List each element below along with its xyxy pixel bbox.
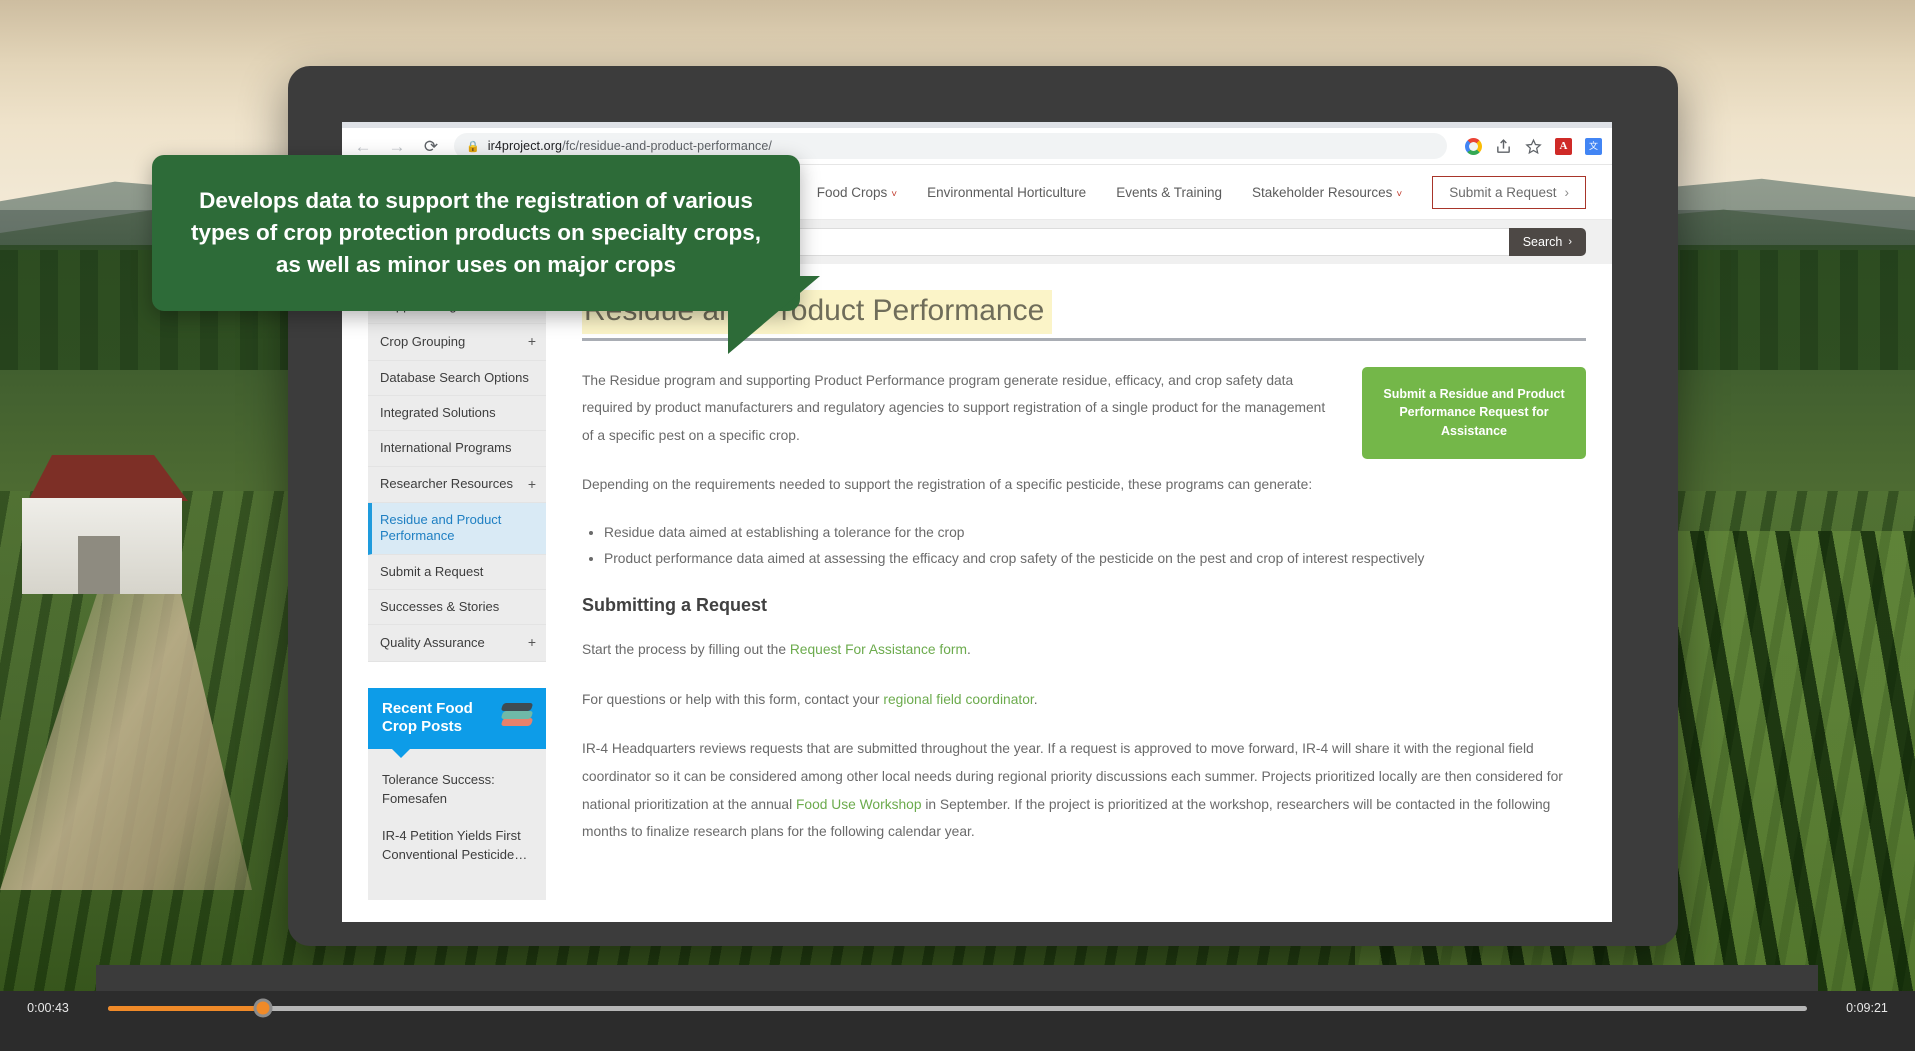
paragraph-3: IR-4 Headquarters reviews requests that …	[582, 735, 1586, 845]
sidebar-item-label: Crop Grouping	[380, 333, 466, 349]
sidebar-item-label: Submit a Request	[380, 563, 484, 579]
translate-icon[interactable]: 文	[1585, 137, 1602, 155]
url-text: ir4project.org/fc/residue-and-product-pe…	[488, 139, 772, 153]
text-fragment: For questions or help with this form, co…	[582, 691, 884, 707]
reload-icon[interactable]: ⟳	[420, 138, 442, 155]
nav-item-events-training[interactable]: Events & Training	[1116, 185, 1222, 200]
progress-fill	[108, 1005, 263, 1011]
text-fragment: .	[1033, 691, 1038, 707]
nav-item-food-crops[interactable]: Food Crops ˅	[817, 185, 897, 200]
link-food-use-workshop[interactable]: Food Use Workshop	[796, 797, 922, 812]
chevron-down-icon: ˅	[891, 188, 898, 200]
sidebar-item-database-search-options[interactable]: Database Search Options	[368, 360, 546, 396]
bookmark-star-icon[interactable]	[1525, 138, 1542, 155]
expand-plus-icon[interactable]: +	[528, 634, 536, 652]
text-fragment: .	[966, 642, 971, 658]
sidebar-menu: Support Program Crop Grouping+ Database …	[368, 288, 546, 662]
lock-icon: 🔒	[466, 140, 480, 153]
paragraph-start-process: Start the process by filling out the Req…	[582, 636, 1586, 664]
text-fragment: Start the process by filling out the	[582, 642, 790, 658]
list-item: Product performance data aimed at assess…	[604, 547, 1586, 571]
sidebar-item-label: Researcher Resources	[380, 476, 513, 492]
paragraph-1: The Residue program and supporting Produ…	[582, 372, 1326, 443]
chevron-right-icon: ›	[1564, 184, 1570, 200]
page-content: Support Program Crop Grouping+ Database …	[342, 264, 1612, 901]
sidebar-item-submit-a-request[interactable]: Submit a Request	[368, 554, 546, 590]
url-domain: ir4project.org	[487, 139, 563, 153]
google-icon[interactable]	[1465, 137, 1482, 155]
url-path: /fc/residue-and-product-performance/	[562, 139, 773, 153]
sidebar-item-label: Successes & Stories	[380, 598, 500, 614]
search-button[interactable]: Search ›	[1508, 228, 1586, 256]
link-request-for-assistance-form[interactable]: Request For Assistance form	[790, 642, 967, 657]
sidebar-item-label: International Programs	[380, 440, 512, 456]
nav-item-environmental-horticulture[interactable]: Environmental Horticulture	[927, 185, 1086, 200]
paragraph-2: Depending on the requirements needed to …	[582, 477, 1313, 493]
chevron-right-icon: ›	[1568, 236, 1572, 248]
list-item: Residue data aimed at establishing a tol…	[604, 521, 1586, 545]
paragraph-contact: For questions or help with this form, co…	[582, 686, 1586, 714]
nav-item-stakeholder-resources[interactable]: Stakeholder Resources ˅	[1252, 185, 1402, 200]
callout-text: Develops data to support the registratio…	[190, 188, 762, 277]
link-regional-field-coordinator[interactable]: regional field coordinator	[883, 692, 1033, 707]
sidebar: Support Program Crop Grouping+ Database …	[368, 264, 546, 901]
sidebar-item-label: Database Search Options	[380, 369, 529, 385]
progress-row: 0:00:43 0:09:21	[0, 991, 1915, 1025]
sidebar-item-integrated-solutions[interactable]: Integrated Solutions	[368, 396, 546, 432]
share-icon[interactable]	[1495, 138, 1512, 155]
intro-row: The Residue program and supporting Produ…	[582, 366, 1586, 521]
stacked-layers-icon	[500, 702, 534, 728]
player-upper-band	[96, 965, 1818, 991]
sidebar-item-successes-and-stories[interactable]: Successes & Stories	[368, 589, 546, 625]
current-time-label: 0:00:43	[27, 1001, 69, 1015]
barn-door	[78, 536, 120, 594]
widget-header: Recent Food Crop Posts	[368, 687, 546, 758]
adobe-pdf-icon[interactable]: A	[1555, 137, 1572, 155]
sidebar-item-international-programs[interactable]: International Programs	[368, 431, 546, 467]
total-time-label: 0:09:21	[1846, 1001, 1888, 1015]
section-heading-submitting-a-request: Submitting a Request	[582, 595, 768, 616]
sidebar-item-residue-and-product-performance[interactable]: Residue and Product Performance	[368, 503, 546, 555]
expand-plus-icon[interactable]: +	[528, 476, 536, 494]
list-item[interactable]: IR-4 Petition Yields First Conventional …	[382, 827, 532, 865]
sidebar-item-label: Integrated Solutions	[380, 405, 496, 420]
forward-icon[interactable]: →	[386, 138, 408, 155]
widget-body: Tolerance Success: Fomesafen IR-4 Petiti…	[368, 749, 546, 901]
requirements-list: Residue data aimed at establishing a tol…	[582, 521, 1586, 571]
list-item[interactable]: Tolerance Success: Fomesafen	[382, 771, 532, 809]
sidebar-item-quality-assurance[interactable]: Quality Assurance +	[368, 625, 546, 662]
progress-bar[interactable]	[108, 998, 1807, 1018]
callout-pointer	[728, 276, 820, 354]
sidebar-item-label: Quality Assurance	[380, 634, 485, 650]
sidebar-item-label: Residue and Product Performance	[380, 512, 502, 544]
callout-tooltip: Develops data to support the registratio…	[152, 155, 800, 311]
chevron-down-icon: ˅	[1396, 188, 1403, 200]
back-icon[interactable]: ←	[352, 138, 374, 155]
expand-plus-icon[interactable]: +	[528, 333, 536, 351]
widget-title: Recent Food Crop Posts	[382, 699, 473, 736]
sidebar-item-researcher-resources[interactable]: Researcher Resources +	[368, 466, 546, 503]
main-column: Residue and Product Performance The Resi…	[582, 264, 1586, 900]
submit-a-request-button[interactable]: Submit a Request ›	[1432, 175, 1586, 209]
progress-handle[interactable]	[253, 998, 273, 1018]
sidebar-item-crop-grouping[interactable]: Crop Grouping +	[368, 324, 546, 361]
browser-toolbar-icons: A 文	[1459, 137, 1602, 155]
intro-text: The Residue program and supporting Produ…	[582, 367, 1336, 521]
submit-residue-request-button[interactable]: Submit a Residue and Product Performance…	[1362, 366, 1586, 459]
recent-posts-widget: Recent Food Crop Posts Tolerance Success…	[368, 687, 546, 901]
video-player-controls: 0:00:43 0:09:21	[0, 991, 1915, 1051]
